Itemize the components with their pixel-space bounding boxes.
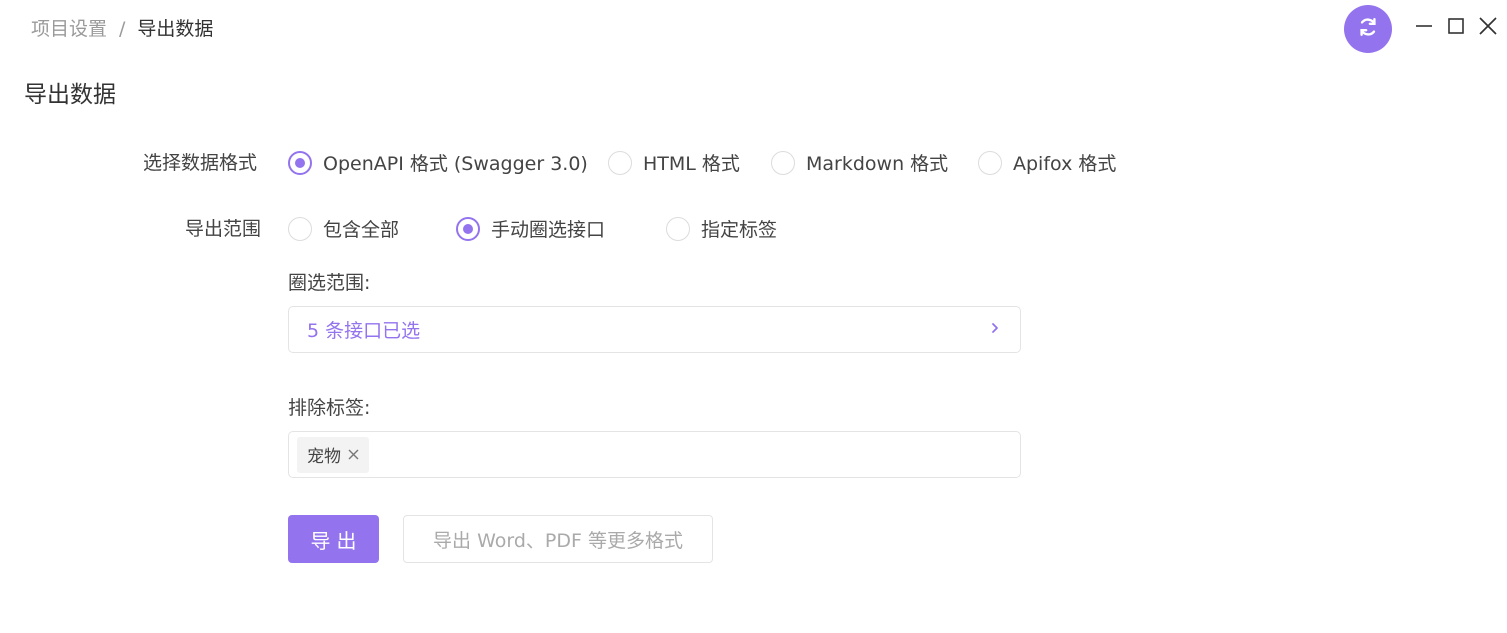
radio-circle — [608, 150, 632, 175]
radio-label: OpenAPI 格式 (Swagger 3.0) — [323, 153, 588, 175]
tag-label: 宠物 — [307, 447, 341, 467]
radio-circle — [978, 150, 1002, 175]
radio-label: Markdown 格式 — [806, 153, 949, 175]
minimize-icon — [1415, 17, 1433, 39]
radio-label: 手动圈选接口 — [491, 219, 606, 241]
selection-range-picker[interactable]: 5 条接口已选 — [288, 306, 1021, 353]
radio-label: 指定标签 — [701, 219, 778, 241]
radio-label: HTML 格式 — [643, 153, 740, 175]
maximize-button[interactable] — [1445, 14, 1467, 42]
radio-label: 包含全部 — [323, 219, 400, 241]
close-button[interactable] — [1477, 14, 1499, 42]
selection-label: 圈选范围: — [288, 272, 371, 294]
format-radio-apifox[interactable]: Apifox 格式 — [978, 149, 1116, 176]
export-more-formats-button[interactable]: 导出 Word、PDF 等更多格式 — [403, 515, 713, 563]
scope-label: 导出范围 — [185, 218, 262, 240]
breadcrumb-project-settings[interactable]: 项目设置 — [31, 16, 107, 42]
close-icon — [1478, 16, 1498, 40]
sync-icon — [1357, 16, 1379, 42]
format-radio-markdown[interactable]: Markdown 格式 — [771, 149, 948, 176]
breadcrumb-separator: / — [119, 18, 126, 40]
scope-radio-all[interactable]: 包含全部 — [288, 215, 399, 242]
chevron-right-icon — [988, 320, 1002, 339]
radio-circle — [288, 216, 312, 241]
radio-label: Apifox 格式 — [1013, 153, 1117, 175]
scope-radio-tags[interactable]: 指定标签 — [666, 215, 777, 242]
format-label: 选择数据格式 — [143, 152, 258, 174]
close-icon[interactable] — [347, 449, 359, 461]
radio-circle — [288, 150, 312, 175]
tag-chip: 宠物 — [297, 436, 369, 473]
breadcrumb-current: 导出数据 — [137, 18, 214, 40]
radio-circle — [456, 216, 480, 241]
breadcrumb: 项目设置 / 导出数据 — [31, 16, 213, 42]
maximize-icon — [1447, 17, 1465, 39]
export-button[interactable]: 导出 — [288, 515, 379, 563]
sync-button[interactable] — [1344, 5, 1392, 53]
minimize-button[interactable] — [1413, 14, 1435, 42]
radio-circle — [771, 150, 795, 175]
window-controls — [1413, 14, 1499, 42]
scope-radio-manual[interactable]: 手动圈选接口 — [456, 215, 605, 242]
page-title: 导出数据 — [24, 82, 116, 108]
radio-circle — [666, 216, 690, 241]
format-radio-html[interactable]: HTML 格式 — [608, 149, 740, 176]
selection-value: 5 条接口已选 — [307, 320, 421, 342]
format-radio-openapi[interactable]: OpenAPI 格式 (Swagger 3.0) — [288, 149, 588, 176]
exclude-label: 排除标签: — [288, 397, 371, 419]
exclude-tags-input[interactable]: 宠物 — [288, 431, 1021, 478]
